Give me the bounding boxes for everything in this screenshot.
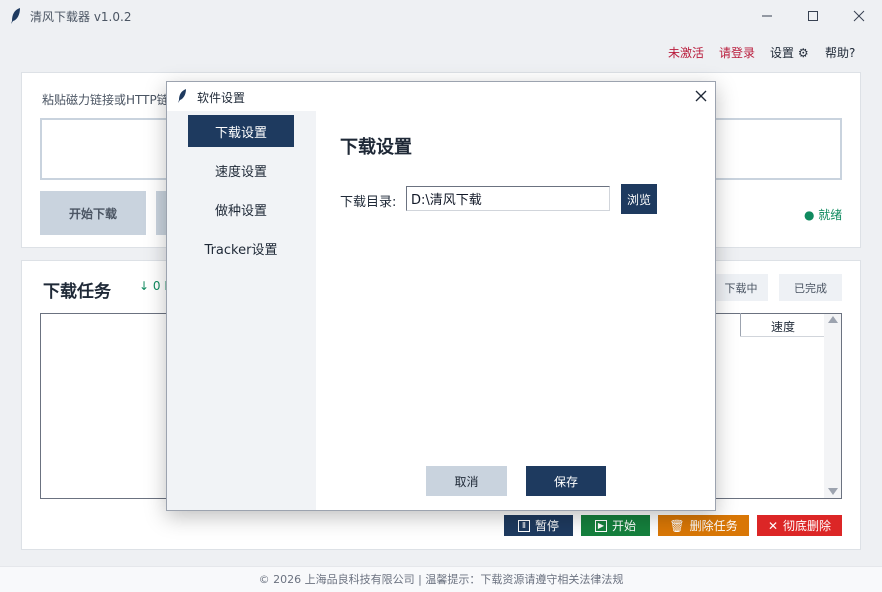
sidebar-item-speed[interactable]: 速度设置: [188, 154, 294, 186]
content-title: 下载设置: [340, 137, 412, 158]
start-label: 开始: [611, 519, 636, 533]
tasks-title: 下载任务: [43, 282, 111, 302]
gear-icon: ⚙: [797, 46, 809, 60]
download-dir-input[interactable]: [406, 186, 610, 211]
scroll-up-icon[interactable]: [828, 316, 838, 323]
column-separator: [740, 313, 741, 337]
browse-button[interactable]: 浏览: [621, 184, 657, 214]
title-bar: 清风下载器 v1.0.2: [0, 0, 882, 32]
start-button[interactable]: ▶ 开始: [581, 515, 650, 536]
activate-link[interactable]: 未激活: [668, 44, 704, 61]
dialog-content: 下载设置 下载目录: 浏览 取消 保存: [316, 111, 715, 510]
feather-icon: [178, 89, 186, 103]
save-button[interactable]: 保存: [526, 466, 606, 496]
dialog-sidebar: 下载设置 速度设置 做种设置 Tracker设置: [167, 111, 316, 510]
scroll-down-icon[interactable]: [828, 488, 838, 495]
column-header-speed[interactable]: 速度: [771, 318, 795, 335]
dialog-title-bar: 软件设置: [167, 82, 715, 111]
task-list-scrollbar[interactable]: [824, 314, 841, 498]
sidebar-item-seeding[interactable]: 做种设置: [188, 193, 294, 225]
delete-task-button[interactable]: 🗑 删除任务: [658, 515, 749, 536]
feather-icon: [11, 8, 20, 24]
settings-dialog: 软件设置 下载设置 速度设置 做种设置 Tracker设置 下载设置 下载目录:…: [166, 81, 716, 511]
close-icon: [853, 10, 865, 22]
pause-label: 暂停: [534, 519, 559, 533]
close-button[interactable]: [836, 0, 882, 32]
trash-icon: 🗑: [669, 518, 685, 533]
dir-label: 下载目录:: [340, 195, 397, 210]
minimize-button[interactable]: [744, 0, 790, 32]
settings-link[interactable]: 设置 ⚙: [770, 44, 809, 61]
app-title: 清风下载器 v1.0.2: [30, 10, 132, 24]
cancel-button[interactable]: 取消: [426, 466, 507, 496]
login-link[interactable]: 请登录: [719, 44, 755, 61]
paste-label: 粘贴磁力链接或HTTP链: [42, 93, 169, 107]
purge-label: 彻底删除: [783, 519, 832, 533]
delete-label: 删除任务: [689, 519, 738, 533]
settings-label: 设置: [770, 46, 795, 60]
purge-button[interactable]: ✕ 彻底删除: [757, 515, 842, 536]
play-icon: ▶: [594, 519, 607, 532]
status-indicator: ● 就绪: [804, 208, 843, 222]
filter-downloading[interactable]: 下载中: [714, 274, 768, 301]
close-icon: [695, 90, 707, 102]
dialog-title: 软件设置: [197, 91, 246, 105]
header-divider: [740, 336, 824, 337]
dialog-close-button[interactable]: [692, 87, 710, 105]
footer: © 2026 上海品良科技有限公司 | 温馨提示：下载资源请遵守相关法律法规: [0, 566, 882, 592]
minimize-icon: [762, 15, 772, 17]
sidebar-item-download[interactable]: 下载设置: [188, 115, 294, 147]
pause-button[interactable]: Ⅱ 暂停: [504, 515, 573, 536]
sidebar-item-tracker[interactable]: Tracker设置: [188, 232, 294, 264]
maximize-icon: [808, 11, 818, 21]
pause-icon: Ⅱ: [517, 519, 530, 532]
start-download-button[interactable]: 开始下载: [40, 191, 146, 235]
help-link[interactable]: 帮助?: [825, 44, 855, 61]
x-icon: ✕: [767, 518, 779, 533]
maximize-button[interactable]: [790, 0, 836, 32]
filter-completed[interactable]: 已完成: [779, 274, 842, 301]
